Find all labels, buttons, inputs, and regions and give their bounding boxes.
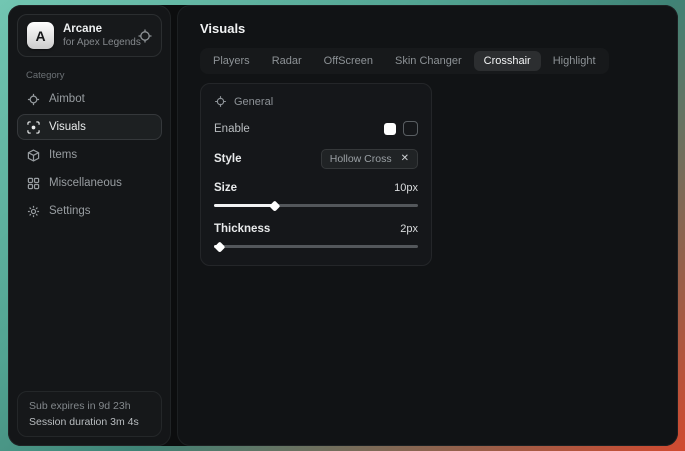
color-swatch[interactable] xyxy=(384,123,396,135)
session-duration-text: Session duration 3m 4s xyxy=(29,416,150,428)
sidebar-item-label: Miscellaneous xyxy=(49,177,122,189)
tab-offscreen[interactable]: OffScreen xyxy=(314,51,383,71)
tab-highlight[interactable]: Highlight xyxy=(543,51,606,71)
gear-icon xyxy=(27,205,40,218)
size-label: Size xyxy=(214,182,237,194)
enable-row: Enable xyxy=(214,121,418,136)
slider-thumb[interactable] xyxy=(215,241,226,252)
eye-scan-icon xyxy=(27,121,40,134)
app-window: A Arcane for Apex Legends Category xyxy=(8,5,678,446)
sidebar-nav: Aimbot Visuals xyxy=(9,86,170,224)
thickness-slider[interactable] xyxy=(214,242,418,251)
enable-controls xyxy=(384,121,418,136)
app-name: Arcane xyxy=(63,23,129,35)
tab-radar[interactable]: Radar xyxy=(262,51,312,71)
sidebar-item-miscellaneous[interactable]: Miscellaneous xyxy=(17,170,162,196)
app-header-card: A Arcane for Apex Legends xyxy=(17,14,162,57)
tab-bar: Players Radar OffScreen Skin Changer Cro… xyxy=(200,48,609,74)
tab-skin-changer[interactable]: Skin Changer xyxy=(385,51,472,71)
panel-title: General xyxy=(234,96,273,108)
enable-checkbox[interactable] xyxy=(403,121,418,136)
tab-players[interactable]: Players xyxy=(203,51,260,71)
panel-header: General xyxy=(214,95,418,108)
sidebar-item-label: Aimbot xyxy=(49,93,85,105)
category-label: Category xyxy=(26,70,170,81)
style-value: Hollow Cross xyxy=(330,153,392,165)
sidebar: A Arcane for Apex Legends Category xyxy=(8,5,171,446)
sidebar-item-items[interactable]: Items xyxy=(17,142,162,168)
size-slider[interactable] xyxy=(214,201,418,210)
style-select-chip[interactable]: Hollow Cross ✕ xyxy=(321,149,418,169)
app-logo: A xyxy=(27,22,54,49)
app-subtitle: for Apex Legends xyxy=(63,37,129,48)
slider-thumb[interactable] xyxy=(270,200,281,211)
thickness-label: Thickness xyxy=(214,223,270,235)
general-crosshair-icon xyxy=(214,95,227,108)
target-icon[interactable] xyxy=(138,29,152,43)
style-row: Style Hollow Cross ✕ xyxy=(214,149,418,169)
page-title: Visuals xyxy=(178,6,677,36)
sidebar-item-label: Visuals xyxy=(49,121,86,133)
sidebar-item-label: Items xyxy=(49,149,77,161)
sidebar-item-label: Settings xyxy=(49,205,91,217)
subscription-status-card: Sub expires in 9d 23h Session duration 3… xyxy=(17,391,162,437)
sidebar-spacer xyxy=(9,224,170,383)
sub-expires-text: Sub expires in 9d 23h xyxy=(29,400,150,412)
main-content: Visuals Players Radar OffScreen Skin Cha… xyxy=(177,5,678,446)
enable-label: Enable xyxy=(214,123,250,135)
thickness-value: 2px xyxy=(400,223,418,235)
general-panel: General Enable Style Hollow Cross ✕ xyxy=(200,83,432,266)
close-icon[interactable]: ✕ xyxy=(401,154,409,164)
size-row: Size 10px xyxy=(214,182,418,194)
slider-track xyxy=(214,245,418,248)
thickness-row: Thickness 2px xyxy=(214,223,418,235)
app-titles: Arcane for Apex Legends xyxy=(63,23,129,48)
grid-icon xyxy=(27,177,40,190)
sidebar-item-aimbot[interactable]: Aimbot xyxy=(17,86,162,112)
size-value: 10px xyxy=(394,182,418,194)
crosshair-icon xyxy=(27,93,40,106)
style-label: Style xyxy=(214,153,242,165)
tab-crosshair[interactable]: Crosshair xyxy=(474,51,541,71)
sidebar-item-visuals[interactable]: Visuals xyxy=(17,114,162,140)
slider-fill xyxy=(214,204,275,208)
box-icon xyxy=(27,149,40,162)
sidebar-item-settings[interactable]: Settings xyxy=(17,198,162,224)
